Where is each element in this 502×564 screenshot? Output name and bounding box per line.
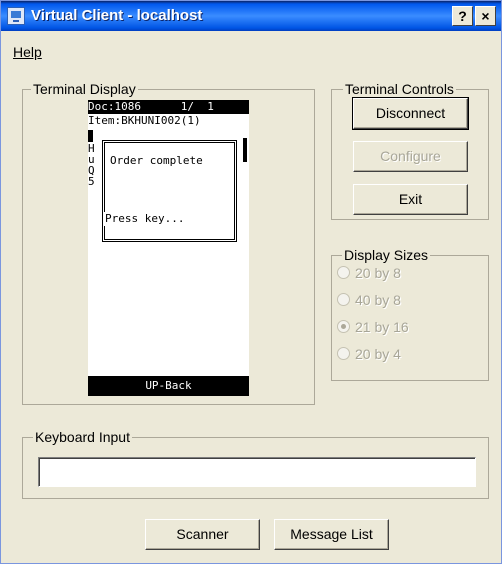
window-title: Virtual Client - localhost [31, 7, 203, 24]
display-sizes-label: Display Sizes [342, 247, 431, 263]
title-bar[interactable]: Virtual Client - localhost ? × [1, 1, 501, 31]
size-option-label: 40 by 8 [355, 292, 401, 308]
menu-bar: Help [1, 31, 501, 60]
radio-icon [337, 266, 350, 279]
terminal-item-line: Item:BKHUNI002(1) [88, 114, 201, 127]
keyboard-input-label: Keyboard Input [33, 429, 132, 445]
menu-help[interactable]: Help [13, 44, 42, 60]
exit-label: Exit [398, 191, 423, 207]
close-button[interactable]: × [475, 6, 496, 26]
exit-button[interactable]: Exit [353, 184, 468, 215]
keyboard-input-field[interactable] [38, 457, 476, 487]
terminal-popup: Order complete Press key... [102, 140, 237, 242]
terminal-bottom-bar: UP-Back [88, 376, 249, 396]
popup-message: Order complete [110, 154, 203, 167]
terminal-scrollmark [243, 138, 247, 162]
message-list-button[interactable]: Message List [274, 519, 389, 550]
configure-label: Configure [380, 148, 441, 164]
radio-selected-icon [337, 320, 350, 333]
terminal-controls-label: Terminal Controls [343, 81, 456, 97]
terminal-cursor [88, 130, 93, 142]
terminal-display-label: Terminal Display [31, 81, 138, 97]
size-option-label: 21 by 16 [355, 319, 409, 335]
terminal-screen[interactable]: Doc:1086 1/ 1 Item:BKHUNI002(1) H u Q 5 … [88, 100, 249, 396]
popup-footer: Press key... [103, 212, 187, 226]
menu-help-label: Help [13, 44, 42, 60]
size-option-label: 20 by 4 [355, 346, 401, 362]
disconnect-button[interactable]: Disconnect [352, 97, 469, 130]
scanner-label: Scanner [176, 526, 229, 542]
configure-button[interactable]: Configure [353, 141, 468, 172]
disconnect-label: Disconnect [375, 105, 446, 121]
scanner-button[interactable]: Scanner [145, 519, 260, 550]
monitor-icon [7, 7, 25, 25]
terminal-side-char-4: 5 [88, 175, 95, 188]
radio-icon [337, 293, 350, 306]
virtual-client-window: Virtual Client - localhost ? × Help Term… [0, 0, 502, 564]
terminal-header: Doc:1086 1/ 1 [88, 100, 249, 114]
radio-icon [337, 347, 350, 360]
size-option-label: 20 by 8 [355, 265, 401, 281]
help-title-button[interactable]: ? [452, 6, 473, 26]
message-list-label: Message List [290, 526, 373, 542]
